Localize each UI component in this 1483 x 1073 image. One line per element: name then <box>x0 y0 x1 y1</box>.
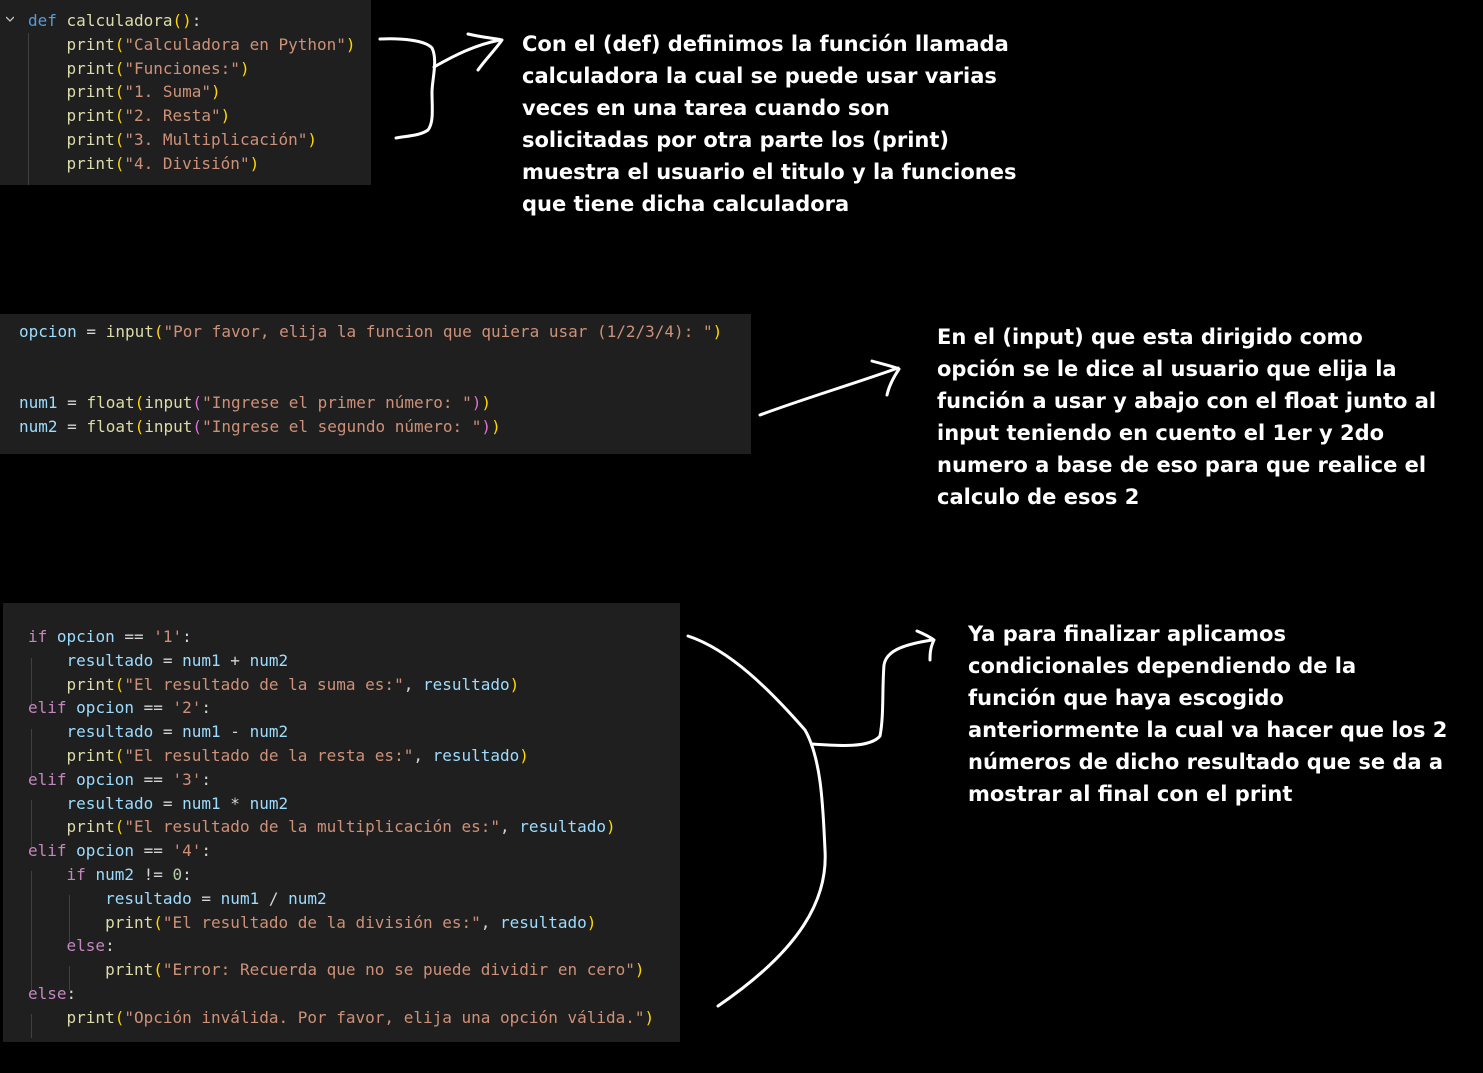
hand-drawn-arrows <box>378 32 936 1008</box>
brace-def <box>378 37 437 140</box>
arrow-def-head <box>466 32 504 72</box>
brace-conditionals <box>686 634 827 1008</box>
arrow-conditionals-head <box>915 629 936 662</box>
arrow-input-head <box>870 359 901 397</box>
arrow-input-shaft <box>758 366 900 417</box>
arrow-conditionals-stem <box>810 638 934 747</box>
